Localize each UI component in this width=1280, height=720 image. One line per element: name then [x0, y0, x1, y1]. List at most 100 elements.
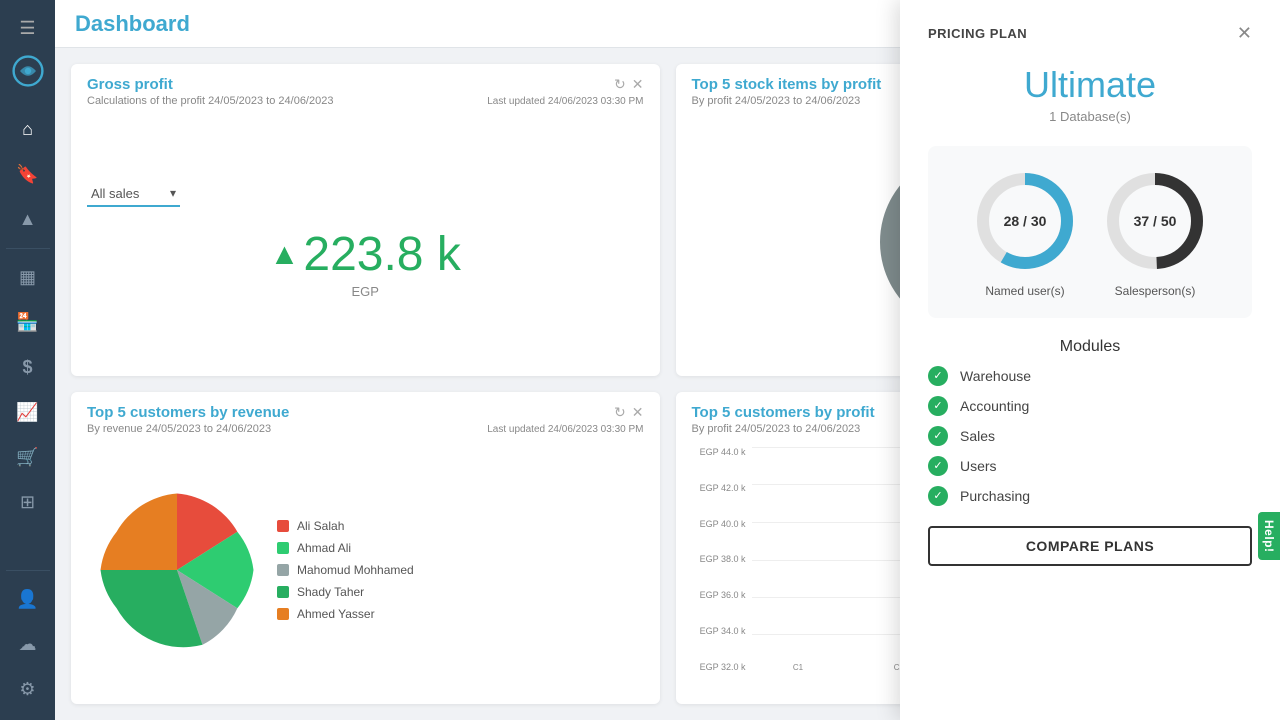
help-button[interactable]: Help!: [1258, 512, 1280, 561]
customers-revenue-body: Ali Salah Ahmad Ali Mahomud Mohhamed Sha…: [71, 443, 660, 704]
check-sales-icon: ✓: [928, 426, 948, 446]
legend-label-shady: Shady Taher: [297, 585, 364, 599]
module-purchasing-label: Purchasing: [960, 488, 1030, 504]
users-icon: 👤: [16, 589, 38, 610]
pricing-title: PRICING PLAN: [928, 26, 1027, 41]
gross-profit-body: All sales By category By product ▲ 223.8…: [71, 115, 660, 376]
sidebar-item-grid[interactable]: ⊞: [0, 482, 55, 523]
card-top-customers-revenue: Top 5 customers by revenue ↻ ✕ By revenu…: [71, 392, 660, 704]
y-label-38: EGP 38.0 k: [692, 554, 746, 564]
hamburger-button[interactable]: ☰: [0, 10, 55, 47]
pricing-close-button[interactable]: ✕: [1237, 24, 1252, 42]
plan-name: Ultimate: [928, 62, 1252, 109]
home-icon: ⌂: [22, 119, 33, 140]
card-actions: ↻ ✕: [614, 76, 643, 93]
check-purchasing-icon: ✓: [928, 486, 948, 506]
y-label-42: EGP 42.0 k: [692, 483, 746, 493]
cart-icon: 🛒: [16, 447, 38, 468]
sidebar-item-bookmarks[interactable]: 🔖: [0, 154, 55, 195]
gauge-named-users: 28 / 30 Named user(s): [970, 166, 1080, 298]
gauge-named-users-label: Named user(s): [985, 284, 1064, 298]
sidebar-divider-2: [6, 570, 50, 571]
donut-salesperson-svg: 37 / 50: [1100, 166, 1210, 276]
gauge-salesperson-label: Salesperson(s): [1115, 284, 1196, 298]
legend-color-ahmad-ali: [277, 542, 289, 554]
dropdown-wrapper: All sales By category By product: [87, 182, 180, 207]
sidebar-item-users[interactable]: 👤: [0, 579, 55, 620]
profit-number: 223.8 k: [303, 227, 460, 282]
card-gross-profit: Gross profit ↻ ✕ Calculations of the pro…: [71, 64, 660, 376]
compare-plans-button[interactable]: COMPARE PLANS: [928, 526, 1252, 566]
sidebar-item-finance[interactable]: $: [0, 347, 55, 388]
sidebar-item-collapse[interactable]: ▲: [0, 199, 55, 240]
legend-color-ali-salah: [277, 520, 289, 532]
legend-label-ahmad-ali: Ahmad Ali: [297, 541, 351, 555]
sales-dropdown[interactable]: All sales By category By product: [87, 182, 180, 207]
modules-title: Modules: [928, 338, 1252, 356]
analytics-icon: 📈: [16, 402, 38, 423]
profit-value: ▲ 223.8 k: [270, 227, 461, 282]
refresh-revenue-button[interactable]: ↻: [614, 404, 626, 421]
y-label-36: EGP 36.0 k: [692, 590, 746, 600]
pricing-panel: PRICING PLAN ✕ Ultimate 1 Database(s) 28…: [900, 0, 1280, 720]
top-customers-revenue-title: Top 5 customers by revenue: [87, 404, 289, 421]
legend-item-ali-salah: Ali Salah: [277, 519, 644, 533]
check-users-icon: ✓: [928, 456, 948, 476]
grid-icon: ⊞: [20, 492, 35, 513]
sidebar-item-cart[interactable]: 🛒: [0, 437, 55, 478]
donut-named-users-svg: 28 / 30: [970, 166, 1080, 276]
gross-profit-title: Gross profit: [87, 76, 173, 93]
module-accounting: ✓ Accounting: [928, 396, 1252, 416]
page-title: Dashboard: [75, 11, 190, 37]
card-gross-profit-header: Gross profit ↻ ✕ Calculations of the pro…: [71, 64, 660, 115]
top-customers-revenue-subtitle: By revenue 24/05/2023 to 24/06/2023: [87, 423, 271, 435]
pricing-header: PRICING PLAN ✕: [928, 24, 1252, 42]
cloud-icon: ☁: [19, 634, 37, 655]
sidebar-bottom: 👤 ☁ ⚙: [0, 566, 55, 710]
module-users-label: Users: [960, 458, 997, 474]
module-purchasing: ✓ Purchasing: [928, 486, 1252, 506]
legend-container: Ali Salah Ahmad Ali Mahomud Mohhamed Sha…: [277, 451, 644, 688]
legend-color-ahmed-yasser: [277, 608, 289, 620]
close-revenue-icon[interactable]: ✕: [632, 404, 644, 421]
sidebar-item-warehouse[interactable]: 🏪: [0, 302, 55, 343]
legend-item-ahmed-yasser: Ahmed Yasser: [277, 607, 644, 621]
donut-salesperson: 37 / 50: [1100, 166, 1210, 276]
warehouse-icon: 🏪: [16, 312, 38, 333]
y-axis-labels: EGP 44.0 k EGP 42.0 k EGP 40.0 k EGP 38.…: [692, 447, 750, 672]
collapse-icon: ▲: [19, 209, 37, 230]
bookmarks-icon: 🔖: [16, 164, 38, 185]
sidebar-item-analytics[interactable]: 📈: [0, 392, 55, 433]
gauge-salesperson: 37 / 50 Salesperson(s): [1100, 166, 1210, 298]
modules-section: Modules ✓ Warehouse ✓ Accounting ✓ Sales…: [928, 338, 1252, 506]
sidebar-item-cloud[interactable]: ☁: [0, 624, 55, 665]
donut-named-users: 28 / 30: [970, 166, 1080, 276]
gauges-section: 28 / 30 Named user(s) 37 / 50 Salesperso…: [928, 146, 1252, 318]
module-sales: ✓ Sales: [928, 426, 1252, 446]
svg-text:28 / 30: 28 / 30: [1004, 213, 1047, 229]
sidebar-logo: [0, 47, 55, 95]
sidebar: ☰ ⌂ 🔖 ▲ ▦ 🏪 $ 📈 🛒 ⊞ 👤: [0, 0, 55, 720]
settings-icon: ⚙: [19, 679, 35, 700]
legend-label-mahomud: Mahomud Mohhamed: [297, 563, 414, 577]
sidebar-item-settings[interactable]: ⚙: [0, 669, 55, 710]
y-label-44: EGP 44.0 k: [692, 447, 746, 457]
plan-subtitle: 1 Database(s): [928, 109, 1252, 126]
gross-profit-subtitle: Calculations of the profit 24/05/2023 to…: [87, 95, 333, 107]
module-accounting-label: Accounting: [960, 398, 1029, 414]
check-warehouse-icon: ✓: [928, 366, 948, 386]
top-stock-title: Top 5 stock items by profit: [692, 76, 882, 93]
plan-name-section: Ultimate 1 Database(s): [928, 62, 1252, 126]
card-top-customers-revenue-header: Top 5 customers by revenue ↻ ✕ By revenu…: [71, 392, 660, 443]
legend-item-ahmad-ali: Ahmad Ali: [277, 541, 644, 555]
finance-icon: $: [22, 357, 32, 378]
module-warehouse: ✓ Warehouse: [928, 366, 1252, 386]
close-icon[interactable]: ✕: [632, 76, 644, 93]
profit-currency: EGP: [352, 284, 379, 299]
refresh-button[interactable]: ↻: [614, 76, 626, 93]
svg-text:37 / 50: 37 / 50: [1134, 213, 1177, 229]
sidebar-divider-1: [6, 248, 50, 249]
sidebar-item-reports[interactable]: ▦: [0, 257, 55, 298]
sidebar-item-home[interactable]: ⌂: [0, 109, 55, 150]
check-accounting-icon: ✓: [928, 396, 948, 416]
